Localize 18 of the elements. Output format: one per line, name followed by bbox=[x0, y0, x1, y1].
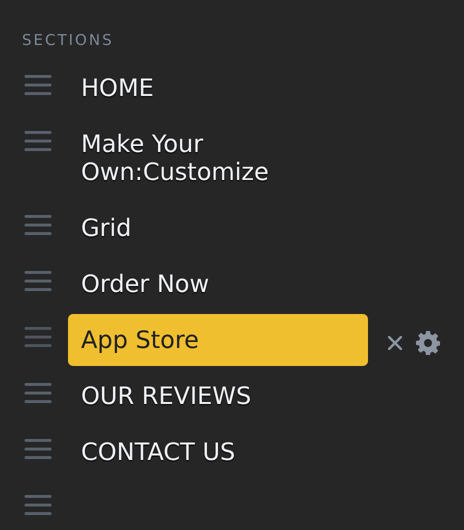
section-item[interactable]: Make Your Own:Customize bbox=[68, 118, 368, 198]
close-icon[interactable] bbox=[388, 336, 402, 350]
section-heading: SECTIONS bbox=[22, 30, 115, 51]
drag-handle-icon[interactable] bbox=[24, 131, 52, 152]
section-item[interactable]: CONTACT US bbox=[68, 426, 368, 478]
drag-handle-icon[interactable] bbox=[24, 215, 52, 236]
section-item[interactable]: HOME bbox=[68, 62, 368, 114]
drag-handle-icon[interactable] bbox=[24, 75, 52, 96]
drag-handle-icon[interactable] bbox=[24, 439, 52, 460]
section-item[interactable]: Grid bbox=[68, 202, 368, 254]
section-item[interactable]: Order Now bbox=[68, 258, 368, 310]
drag-handle-icon[interactable] bbox=[24, 327, 52, 348]
drag-handle-icon[interactable] bbox=[24, 271, 52, 292]
drag-handle-icon[interactable] bbox=[24, 495, 52, 516]
section-item[interactable]: OUR REVIEWS bbox=[68, 370, 368, 422]
drag-handle-icon[interactable] bbox=[24, 383, 52, 404]
settings-icon[interactable] bbox=[416, 331, 440, 355]
section-item[interactable]: App Store bbox=[68, 314, 368, 366]
